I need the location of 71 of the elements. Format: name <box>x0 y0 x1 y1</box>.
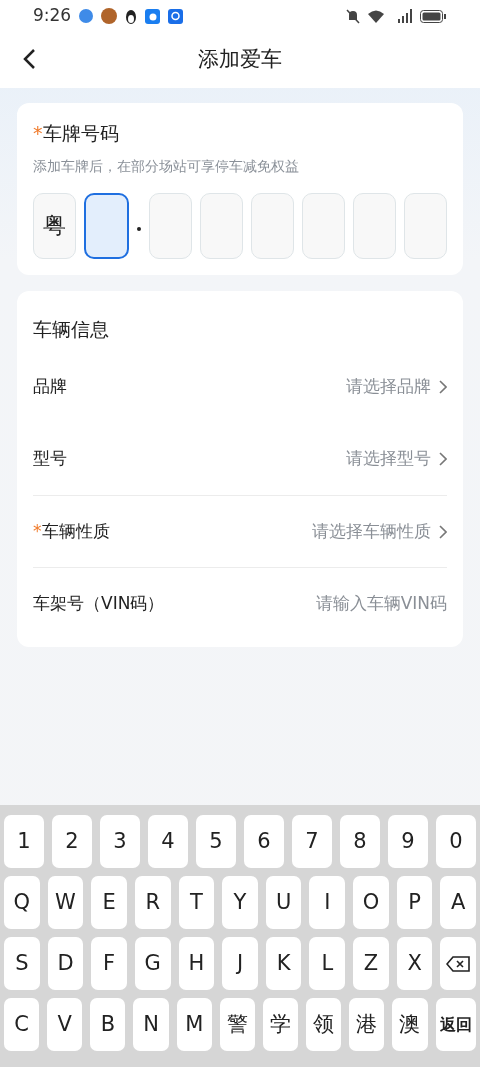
chevron-right-icon <box>439 452 447 466</box>
app-icon <box>168 8 184 24</box>
plate-input-cell[interactable] <box>84 192 129 259</box>
keyboard-key[interactable]: K <box>265 937 302 990</box>
field-label: 车架号（VIN码） <box>33 591 165 615</box>
status-time: 9:26 <box>33 4 72 28</box>
bell-muted-icon <box>346 8 360 24</box>
keyboard-key[interactable]: P <box>396 876 433 929</box>
wifi-icon <box>368 9 384 23</box>
avatar-icon <box>101 8 118 24</box>
keyboard-key[interactable]: 港 <box>349 998 385 1051</box>
keyboard-key[interactable]: 9 <box>388 815 428 868</box>
keyboard-key[interactable]: B <box>90 998 126 1051</box>
keyboard-key[interactable]: W <box>47 876 84 929</box>
keyboard-key[interactable]: M <box>176 998 212 1051</box>
required-mark: * <box>33 519 42 543</box>
keyboard-key[interactable]: X <box>396 937 433 990</box>
hint-text: 添加车牌后，在部分场站可享停车减免权益 <box>33 156 300 176</box>
keyboard-key[interactable]: G <box>134 937 171 990</box>
page-title: 添加爱车 <box>198 46 282 74</box>
chevron-right-icon <box>439 380 447 394</box>
section-title: 车牌号码 <box>42 122 119 144</box>
keyboard-key[interactable]: A <box>440 876 477 929</box>
keyboard-key[interactable]: R <box>134 876 171 929</box>
backspace-icon <box>446 955 471 972</box>
penguin-icon <box>125 8 138 24</box>
section-title: 车辆信息 <box>33 316 110 342</box>
keyboard-key[interactable]: O <box>353 876 389 929</box>
keyboard-key[interactable]: Z <box>353 937 389 990</box>
required-mark: * <box>33 122 43 144</box>
keyboard-key[interactable]: 2 <box>52 815 92 868</box>
keyboard-key[interactable]: H <box>178 937 215 990</box>
keyboard-key[interactable]: 7 <box>292 815 332 868</box>
keyboard-key[interactable]: V <box>47 998 83 1051</box>
back-icon[interactable] <box>22 48 36 70</box>
keyboard-key[interactable]: 5 <box>196 815 236 868</box>
keyboard-key[interactable]: U <box>265 876 302 929</box>
field-label: 型号 <box>33 447 67 471</box>
keyboard-key[interactable]: N <box>133 998 169 1051</box>
keyboard-key[interactable]: 0 <box>436 815 476 868</box>
keyboard-key[interactable]: E <box>91 876 127 929</box>
keyboard-key[interactable]: Y <box>222 876 258 929</box>
field-label: 品牌 <box>33 375 67 399</box>
keyboard-key[interactable]: 澳 <box>392 998 428 1051</box>
keyboard-key[interactable]: J <box>222 937 258 990</box>
return-key[interactable]: 返回 <box>435 998 476 1051</box>
app-icon <box>79 9 94 23</box>
keyboard-key[interactable]: 3 <box>100 815 140 868</box>
keyboard-key[interactable]: 6 <box>244 815 284 868</box>
keyboard-key[interactable]: 学 <box>262 998 299 1051</box>
keyboard-key[interactable]: 领 <box>306 998 342 1051</box>
field-label: 车辆性质 <box>41 519 110 543</box>
vin-input-field[interactable]: 请输入车辆VIN码 <box>247 590 447 617</box>
keyboard-key[interactable]: L <box>309 937 346 990</box>
keyboard-key[interactable]: 1 <box>4 815 44 868</box>
keyboard-key[interactable]: F <box>91 937 127 990</box>
keyboard-key[interactable]: C <box>4 998 40 1051</box>
keyboard-key[interactable]: Q <box>4 876 40 929</box>
keyboard-key[interactable]: 8 <box>340 815 380 868</box>
keyboard-key[interactable]: 警 <box>219 998 255 1051</box>
weather-icon <box>145 8 161 24</box>
chevron-right-icon <box>439 524 447 539</box>
keyboard-key[interactable]: S <box>4 937 40 990</box>
keyboard-key[interactable]: 4 <box>148 815 188 868</box>
separator-dot <box>137 226 141 231</box>
keyboard-key[interactable]: D <box>47 937 84 990</box>
plate-input-cell[interactable]: 粤 <box>33 192 76 259</box>
battery-icon <box>420 9 446 23</box>
backspace-key[interactable] <box>440 937 477 990</box>
keyboard-key[interactable]: I <box>309 876 346 929</box>
keyboard-key[interactable]: T <box>178 876 215 929</box>
